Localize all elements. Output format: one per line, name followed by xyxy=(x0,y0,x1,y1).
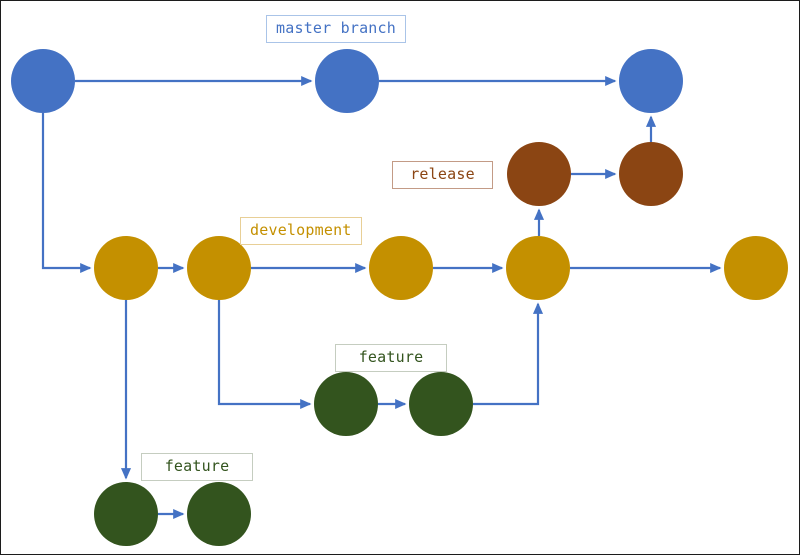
commit-node[interactable] xyxy=(369,236,433,300)
edge-branch-off xyxy=(41,113,92,274)
commit-node[interactable] xyxy=(187,482,251,546)
git-branch-graph xyxy=(11,49,788,546)
commit-node[interactable] xyxy=(314,372,378,436)
commit-node[interactable] xyxy=(619,49,683,113)
branch-label-feature: feature xyxy=(335,344,447,372)
commit-node[interactable] xyxy=(724,236,788,300)
commit-node[interactable] xyxy=(506,236,570,300)
commit-node[interactable] xyxy=(315,49,379,113)
commit-node[interactable] xyxy=(187,236,251,300)
edge-merge xyxy=(473,302,544,406)
commit-node[interactable] xyxy=(409,372,473,436)
commit-node[interactable] xyxy=(94,482,158,546)
branch-label-feature: feature xyxy=(141,453,253,481)
commit-node[interactable] xyxy=(94,236,158,300)
commit-node[interactable] xyxy=(619,142,683,206)
edge-branch-off xyxy=(217,300,312,410)
commit-node[interactable] xyxy=(11,49,75,113)
diagram-canvas: master branch release development feature fe… xyxy=(0,0,800,555)
commit-node[interactable] xyxy=(507,142,571,206)
branch-label-master: master branch xyxy=(266,15,406,43)
nodes-layer xyxy=(11,49,788,546)
branch-label-release: release xyxy=(392,161,493,189)
edges-layer xyxy=(41,75,722,520)
branch-label-development: development xyxy=(240,217,362,245)
